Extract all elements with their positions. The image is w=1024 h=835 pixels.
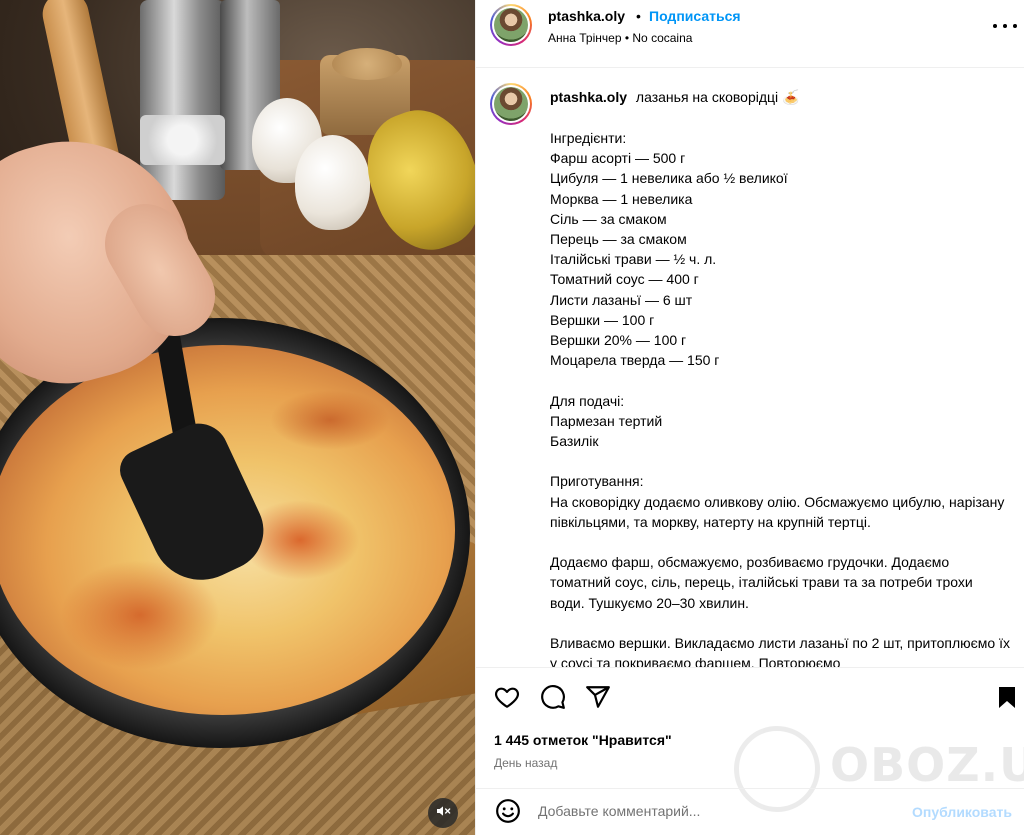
header-subtitle: Анна Трінчер • No cocaina	[548, 31, 692, 45]
likes-count[interactable]: 1 445 отметок "Нравится"	[494, 732, 672, 748]
mute-button[interactable]	[428, 798, 458, 828]
emoji-button[interactable]	[493, 798, 523, 828]
post-actions: OBOZ.UA 1 445 отметок "Нравится" День на…	[476, 667, 1024, 835]
media-jar-cap	[332, 48, 402, 80]
post-details-panel: ptashka.oly • Подписаться Анна Трінчер •…	[475, 0, 1024, 835]
smiley-icon	[495, 798, 521, 829]
avatar[interactable]	[490, 4, 532, 46]
post-time[interactable]: День назад	[494, 756, 557, 770]
media-egg	[295, 135, 370, 230]
caption-scroll-area[interactable]: ptashka.oly лазанья на сковорідці 🍝 Інгр…	[476, 69, 1024, 667]
paper-plane-icon	[585, 684, 611, 715]
comment-input[interactable]	[538, 803, 898, 819]
comment-button[interactable]	[538, 684, 568, 714]
caption-avatar[interactable]	[490, 83, 532, 125]
author-name[interactable]: Анна Трінчер	[548, 31, 622, 45]
comment-bar: Опубликовать	[476, 788, 1024, 835]
header-username[interactable]: ptashka.oly	[548, 8, 625, 24]
media-sauce	[270, 390, 390, 450]
media-pepper-grinder	[140, 0, 225, 200]
like-button[interactable]	[492, 684, 522, 714]
caption-body: Інгредієнти: Фарш асорті — 500 г Цибуля …	[550, 130, 1010, 667]
subtitle-separator: •	[624, 31, 630, 45]
audio-track[interactable]: No cocaina	[632, 31, 692, 45]
publish-button[interactable]: Опубликовать	[912, 804, 1012, 820]
header-separator: •	[636, 8, 641, 24]
speaker-muted-icon	[435, 803, 451, 824]
media-salt	[140, 115, 225, 165]
more-options-icon[interactable]	[993, 24, 1017, 32]
caption-username[interactable]: ptashka.oly	[550, 89, 627, 105]
follow-button[interactable]: Подписаться	[649, 8, 741, 24]
post-header: ptashka.oly • Подписаться Анна Трінчер •…	[476, 0, 1024, 68]
caption-title: лазанья на сковорідці 🍝	[635, 89, 800, 105]
heart-icon	[494, 684, 520, 715]
share-button[interactable]	[583, 684, 613, 714]
comment-bubble-icon	[540, 684, 566, 715]
save-button[interactable]	[992, 684, 1022, 714]
caption-head: ptashka.oly лазанья на сковорідці 🍝	[550, 89, 1010, 106]
post-media-video[interactable]	[0, 0, 475, 835]
watermark-text: OBOZ.UA	[830, 738, 1024, 792]
bookmark-icon	[995, 684, 1019, 715]
